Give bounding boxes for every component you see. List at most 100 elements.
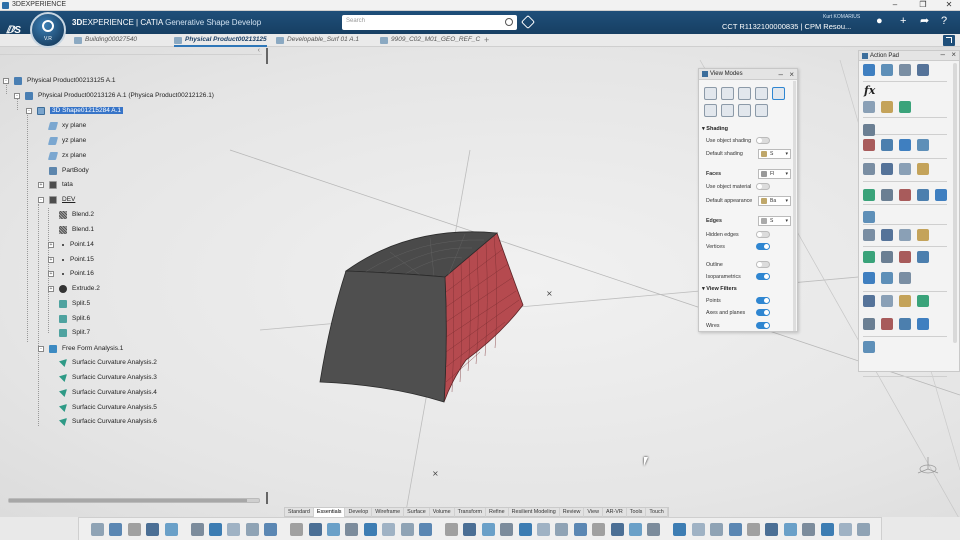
share-icon[interactable]: ➦ [920,16,929,27]
tree-splitter-bottom[interactable] [266,492,268,504]
action-bar-tool-icon[interactable] [802,523,816,536]
use-object-shading-toggle[interactable] [756,137,770,144]
tool-icon[interactable] [881,101,893,113]
wires-toggle[interactable] [756,322,770,329]
action-bar-tool-icon[interactable] [419,523,432,536]
tree-node[interactable]: + tata [38,180,73,192]
section-tab[interactable]: Standard [285,508,314,517]
custom-view-icon[interactable] [772,87,785,100]
hidden-edges-toggle[interactable] [756,231,770,238]
collapse-tree-icon[interactable]: ‹ [258,47,260,54]
3d-viewport[interactable]: × × [0,47,960,517]
collapse-icon[interactable]: - [38,197,44,203]
tree-node[interactable]: Blend.2 [59,210,94,222]
action-bar-tool-icon[interactable] [345,523,359,536]
tab-physical-product[interactable]: Physical Product00213125 [174,36,267,47]
tree-node[interactable]: Split.7 [59,328,90,340]
tree-node[interactable]: Surfacic Curvature Analysis.3 [59,373,157,385]
action-bar-tool-icon[interactable] [109,523,123,536]
shading-section[interactable]: ▾ Shading [702,126,728,132]
close-panel-button[interactable]: × [789,69,794,80]
isoparametric-icon[interactable] [738,104,751,117]
expand-icon[interactable] [943,35,955,46]
tool-icon[interactable] [881,64,893,76]
points-toggle[interactable] [756,297,770,304]
tree-node[interactable]: - DEV [38,195,75,207]
expand-icon[interactable]: + [48,242,54,248]
surface-face-front[interactable] [319,270,447,403]
tree-node[interactable]: Surfacic Curvature Analysis.6 [59,417,157,429]
expand-icon[interactable]: + [48,286,54,292]
collapse-icon[interactable]: - [26,108,32,114]
action-bar-tool-icon[interactable] [783,523,797,536]
tool-icon[interactable] [863,251,875,263]
tree-splitter[interactable] [266,48,268,64]
section-tab[interactable]: Develop [345,508,373,517]
tool-icon[interactable] [863,229,875,241]
action-bar-tool-icon[interactable] [728,523,742,536]
tree-node[interactable]: xy plane [47,121,86,133]
tree-node[interactable]: + Point.14 [48,240,94,252]
wireframe-mode-icon[interactable] [755,87,768,100]
tool-icon[interactable] [863,101,875,113]
minimize-action-pad-button[interactable]: – [941,50,945,60]
action-bar-tool-icon[interactable] [308,523,322,536]
action-bar-tool-icon[interactable] [327,523,340,536]
collab-space-identity[interactable]: CCT R1132100000835 | CPM Resou... [722,22,851,31]
edges-select[interactable]: S ▾ [758,216,791,226]
tree-horizontal-scrollbar[interactable] [8,498,260,503]
action-bar-tool-icon[interactable] [227,523,241,536]
action-bar-tool-icon[interactable] [629,523,642,536]
tool-icon[interactable] [863,124,875,136]
tool-icon[interactable] [917,64,929,76]
search-icon[interactable] [505,18,513,26]
add-icon[interactable]: + [900,16,906,27]
tool-icon[interactable] [917,229,929,241]
collapse-icon[interactable]: - [14,93,20,99]
action-bar-tool-icon[interactable] [710,523,724,536]
faces-select[interactable]: FI ▾ [758,169,791,179]
close-window-button[interactable]: ✕ [940,0,958,11]
tool-icon[interactable] [863,272,875,284]
formula-icon[interactable]: fx [864,84,875,97]
tree-node[interactable]: Surfacic Curvature Analysis.5 [59,403,157,415]
action-bar-tool-icon[interactable] [290,523,304,536]
tree-node[interactable]: Surfacic Curvature Analysis.2 [59,358,157,370]
action-bar-tool-icon[interactable] [765,523,779,536]
action-bar-tool-icon[interactable] [91,523,104,536]
tool-icon[interactable] [863,341,875,353]
avatar[interactable]: ● [876,16,883,27]
tool-icon[interactable] [863,139,875,151]
section-tab[interactable]: Tools [627,508,647,517]
action-bar-tool-icon[interactable] [127,523,141,536]
section-tab[interactable]: Surface [404,508,430,517]
scroll-thumb[interactable] [9,499,247,502]
tool-icon[interactable] [881,251,893,263]
action-bar-tool-icon[interactable] [463,523,477,536]
tool-icon[interactable] [863,318,875,330]
tab-building[interactable]: Building00027540 [74,36,137,47]
tool-icon[interactable] [863,211,875,223]
tool-icon[interactable] [881,318,893,330]
view-modes-header[interactable]: View Modes – × [699,69,797,80]
tool-icon[interactable] [881,229,893,241]
tree-node[interactable]: Surfacic Curvature Analysis.4 [59,388,157,400]
tree-node[interactable]: zx plane [47,151,86,163]
axes-and-planes-toggle[interactable] [756,309,770,316]
lock-view-icon[interactable] [755,104,768,117]
shading-hidden-edges-icon[interactable] [738,87,751,100]
help-icon[interactable]: ? [941,16,947,27]
action-bar-tool-icon[interactable] [245,523,259,536]
compass-widget[interactable]: V.R [30,12,66,48]
tab-developable-surf[interactable]: Developable_Surf 01 A.1 [276,36,359,47]
tree-node[interactable]: - Free Form Analysis.1 [38,344,123,356]
action-bar-tool-icon[interactable] [857,523,871,536]
tool-icon[interactable] [917,189,929,201]
section-tab[interactable]: Wireframe [372,508,405,517]
action-bar-tool-icon[interactable] [747,523,760,536]
action-bar-tool-icon[interactable] [555,523,569,536]
tool-icon[interactable] [881,139,893,151]
tool-icon[interactable] [917,318,929,330]
collapse-icon[interactable]: - [3,78,9,84]
action-bar-tool-icon[interactable] [481,523,495,536]
